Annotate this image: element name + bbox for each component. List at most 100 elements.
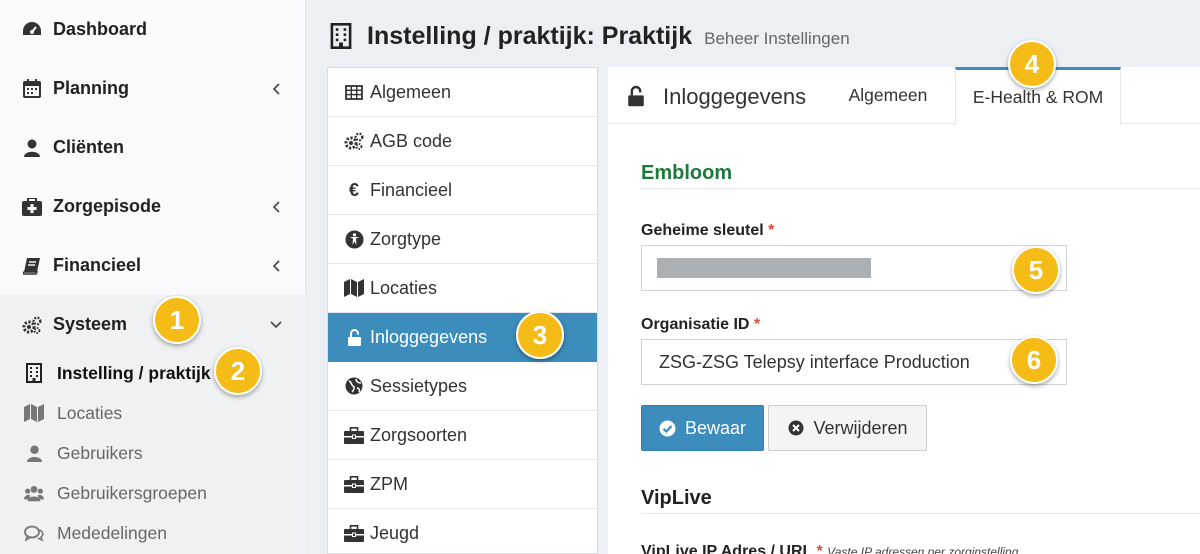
chevron-down-icon[interactable]: [269, 318, 283, 332]
organisation-id-value: ZSG-ZSG Telepsy interface Production: [659, 351, 970, 372]
chevron-left-icon[interactable]: [269, 259, 283, 273]
delete-button-label: Verwijderen: [813, 417, 908, 438]
secret-key-label: Geheime sleutel *: [641, 222, 774, 240]
sidebar-subitem-label: Gebruikersgroepen: [57, 482, 207, 503]
organisation-id-input[interactable]: ZSG-ZSG Telepsy interface Production: [641, 339, 1067, 385]
sidebar-item-financieel[interactable]: Financieel: [0, 236, 306, 295]
viplive-address-label-text: VipLive IP Adres / URL: [641, 543, 813, 554]
menu-item-label: Jeugd: [370, 522, 420, 543]
sidebar-item-zorgepisode[interactable]: Zorgepisode: [0, 177, 306, 236]
users-icon: [24, 483, 44, 503]
sidebar-subitem-gebruikers[interactable]: Gebruikers: [0, 433, 306, 473]
menu-item-locaties[interactable]: Locaties: [328, 264, 597, 313]
sidebar-item-label: Planning: [53, 78, 129, 98]
content-panel: Inloggegevens Algemeen E-Health & ROM Em…: [608, 67, 1200, 554]
check-circle-icon: [659, 419, 677, 437]
required-mark: *: [753, 316, 761, 333]
masked-value: [657, 258, 871, 278]
menu-item-label: Algemeen: [370, 81, 452, 102]
secret-key-label-text: Geheime sleutel: [641, 222, 764, 239]
menu-item-label: Locaties: [370, 277, 438, 298]
page-subtitle: Beheer Instellingen: [704, 28, 850, 48]
sidebar-subitem-gebruikersgroepen[interactable]: Gebruikersgroepen: [0, 473, 306, 513]
sidebar-item-label: Cliënten: [53, 137, 125, 157]
building-icon: [24, 363, 44, 383]
required-mark: *: [816, 543, 823, 554]
panel-title: Inloggegevens: [663, 84, 807, 109]
section-title-embloom: Embloom: [641, 162, 733, 184]
menu-item-algemeen[interactable]: Algemeen: [328, 68, 597, 117]
save-button[interactable]: Bewaar: [641, 405, 764, 451]
sidebar-subitem-label: Gebruikers: [57, 442, 143, 463]
sidebar-subitem-locaties[interactable]: Locaties: [0, 393, 306, 433]
menu-item-zorgsoorten[interactable]: Zorgsoorten: [328, 411, 597, 460]
annotation-badge-1: 1: [153, 296, 201, 344]
menu-item-label: Inloggegevens: [370, 326, 488, 347]
annotation-badge-6: 6: [1010, 336, 1058, 384]
viplive-hint: Vaste IP adressen per zorginstelling: [827, 545, 1019, 554]
sidebar-item-planning[interactable]: Planning: [0, 59, 306, 118]
briefcase-icon: [344, 523, 364, 543]
unlock-icon: [627, 85, 645, 107]
menu-item-zorgtype[interactable]: Zorgtype: [328, 215, 597, 264]
sidebar-subitem-mededelingen[interactable]: Mededelingen: [0, 513, 306, 553]
menu-item-label: Financieel: [370, 179, 453, 200]
table-icon: [344, 82, 364, 102]
annotation-badge-4: 4: [1008, 40, 1056, 88]
section-divider: [641, 188, 1200, 189]
chevron-left-icon[interactable]: [269, 200, 283, 214]
euro-icon: €: [348, 179, 359, 200]
menu-item-sessietypes[interactable]: Sessietypes: [328, 362, 597, 411]
settings-menu: Algemeen AGB code € Financieel Zorgtype …: [327, 67, 598, 554]
annotation-badge-2: 2: [214, 347, 262, 395]
annotation-badge-3: 3: [516, 311, 564, 359]
menu-item-zpm[interactable]: ZPM: [328, 460, 597, 509]
times-circle-icon: [787, 419, 805, 437]
menu-item-jeugd[interactable]: Jeugd: [328, 509, 597, 554]
sidebar: Dashboard Planning Cliënten Zorgepisode …: [0, 0, 306, 554]
comments-icon: [24, 523, 44, 543]
tabs-bar: Inloggegevens Algemeen E-Health & ROM: [608, 67, 1200, 125]
menu-item-label: Zorgtype: [370, 228, 442, 249]
section-divider: [641, 513, 1200, 514]
globe-icon: [344, 376, 364, 396]
cogs-icon: [22, 315, 42, 335]
sidebar-item-label: Systeem: [53, 314, 128, 334]
page-header: Instelling / praktijk: Praktijk Beheer I…: [330, 18, 850, 54]
viplive-address-label: VipLive IP Adres / URL * Vaste IP adress…: [641, 543, 1018, 554]
sidebar-item-clienten[interactable]: Cliënten: [0, 118, 306, 177]
dashboard-icon: [22, 20, 42, 40]
cogs-icon: [344, 131, 364, 151]
menu-item-label: Sessietypes: [370, 375, 468, 396]
menu-item-label: ZPM: [370, 473, 408, 494]
building-icon: [330, 23, 354, 49]
unlock-icon: [344, 327, 364, 347]
sidebar-item-dashboard[interactable]: Dashboard: [0, 0, 306, 59]
sidebar-subitem-label: Mededelingen: [57, 522, 167, 543]
page-title: Instelling / praktijk: Praktijk: [367, 21, 693, 50]
user-icon: [22, 138, 42, 158]
tab-algemeen[interactable]: Algemeen: [834, 67, 942, 124]
organisation-id-label: Organisatie ID *: [641, 316, 760, 334]
briefcase-icon: [344, 474, 364, 494]
user-icon: [24, 443, 44, 463]
menu-item-label: Zorgsoorten: [370, 424, 468, 445]
sidebar-item-label: Zorgepisode: [53, 196, 162, 216]
menu-item-agb-code[interactable]: AGB code: [328, 117, 597, 166]
map-icon: [344, 278, 364, 298]
menu-item-financieel[interactable]: € Financieel: [328, 166, 597, 215]
delete-button[interactable]: Verwijderen: [768, 405, 927, 451]
required-mark: *: [768, 222, 775, 239]
save-button-label: Bewaar: [684, 417, 747, 438]
annotation-badge-5: 5: [1012, 246, 1060, 294]
secret-key-input[interactable]: [641, 245, 1067, 291]
sidebar-item-label: Dashboard: [53, 19, 148, 39]
section-title-viplive: VipLive: [641, 487, 712, 509]
medkit-icon: [22, 197, 42, 217]
menu-item-label: AGB code: [370, 130, 453, 151]
briefcase-icon: [344, 425, 364, 445]
sidebar-subitem-label: Instelling / praktijk: [57, 362, 211, 383]
chevron-left-icon[interactable]: [269, 82, 283, 96]
tab-label: E-Health & ROM: [972, 87, 1104, 107]
calendar-icon: [22, 79, 42, 99]
